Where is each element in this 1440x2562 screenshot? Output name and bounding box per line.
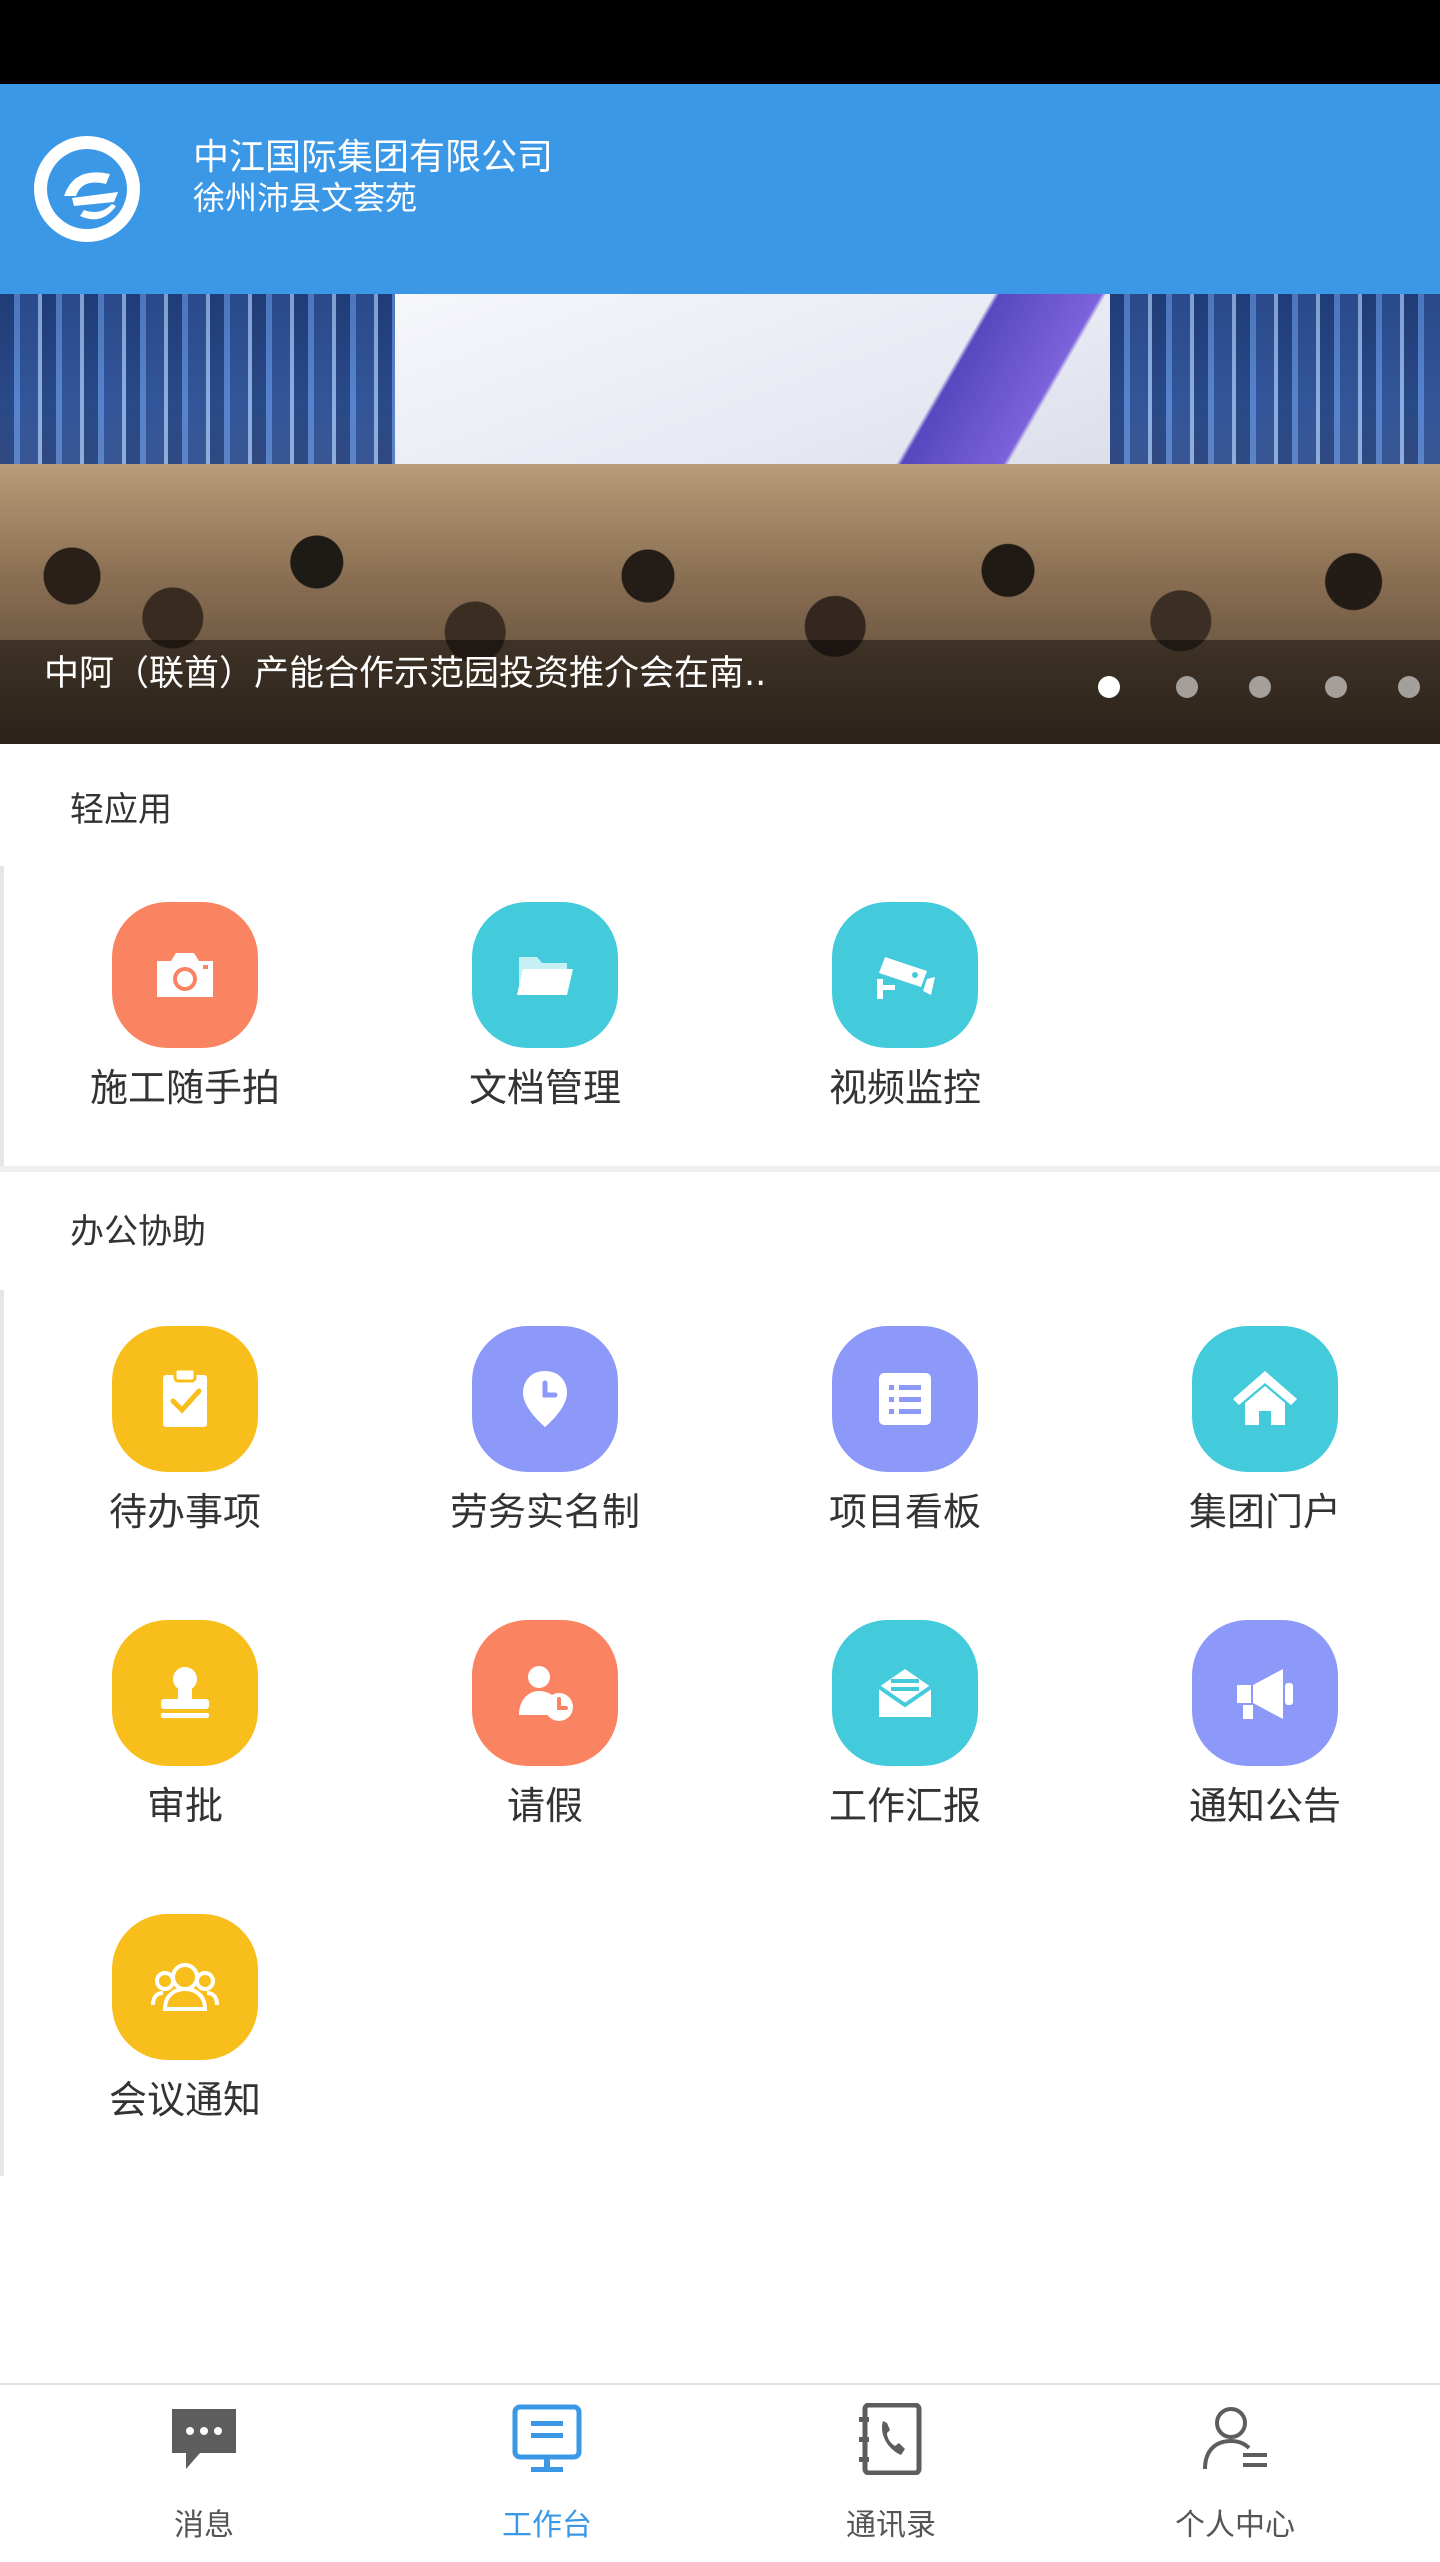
app-project-board[interactable]: 项目看板	[755, 1326, 1055, 1546]
company-logo-icon	[34, 136, 140, 242]
app-label: 请假	[506, 1784, 583, 1828]
mail-report-icon	[832, 1620, 978, 1766]
app-label: 通知公告	[1188, 1784, 1341, 1828]
carousel-dot[interactable]	[1249, 676, 1271, 698]
section-title-light-apps: 轻应用	[70, 790, 172, 830]
company-name: 中江国际集团有限公司	[193, 137, 554, 178]
camera-icon	[112, 902, 258, 1048]
app-label: 会议通知	[108, 2078, 261, 2122]
tab-label: 通讯录	[846, 2508, 936, 2543]
app-labor-realname[interactable]: 劳务实名制	[395, 1326, 695, 1546]
app-video-surveillance[interactable]: 视频监控	[755, 902, 1055, 1122]
location-clock-icon	[472, 1326, 618, 1472]
app-work-report[interactable]: 工作汇报	[755, 1620, 1055, 1840]
light-apps-grid: 施工随手拍 文档管理 视频监控	[0, 866, 1440, 1166]
clipboard-check-icon	[112, 1326, 258, 1472]
desk-monitor-icon	[512, 2404, 582, 2472]
app-document-management[interactable]: 文档管理	[395, 902, 695, 1122]
project-site-name: 徐州沛县文荟苑	[193, 179, 418, 217]
megaphone-icon	[1192, 1620, 1338, 1766]
app-label: 文档管理	[468, 1066, 621, 1110]
tab-profile[interactable]: 个人中心	[1055, 2385, 1415, 2562]
app-label: 项目看板	[828, 1490, 981, 1534]
stamp-icon	[112, 1620, 258, 1766]
carousel-indicators	[0, 676, 1440, 700]
section-title-office: 办公协助	[70, 1212, 206, 1252]
app-label: 集团门户	[1188, 1490, 1341, 1534]
cctv-camera-icon	[832, 902, 978, 1048]
app-header: 中江国际集团有限公司 徐州沛县文荟苑	[0, 84, 1440, 294]
app-label: 待办事项	[108, 1490, 261, 1534]
tab-contacts[interactable]: 通讯录	[711, 2385, 1071, 2562]
app-group-portal[interactable]: 集团门户	[1115, 1326, 1415, 1546]
person-clock-icon	[472, 1620, 618, 1766]
tab-label: 工作台	[502, 2508, 592, 2543]
tab-messages[interactable]: 消息	[24, 2385, 384, 2562]
app-notice[interactable]: 通知公告	[1115, 1620, 1415, 1840]
home-icon	[1192, 1326, 1338, 1472]
app-label: 施工随手拍	[89, 1066, 280, 1110]
list-board-icon	[832, 1326, 978, 1472]
tab-workbench[interactable]: 工作台	[367, 2385, 727, 2562]
app-meeting-notice[interactable]: 会议通知	[35, 1914, 335, 2134]
app-leave-request[interactable]: 请假	[395, 1620, 695, 1840]
carousel-dot[interactable]	[1325, 676, 1347, 698]
bottom-tab-bar: 消息 工作台 通讯录 个人中心	[0, 2383, 1440, 2562]
tab-label: 个人中心	[1175, 2508, 1295, 2543]
folder-icon	[472, 902, 618, 1048]
section-divider	[0, 1166, 1440, 1172]
carousel-dot[interactable]	[1176, 676, 1198, 698]
people-group-icon	[112, 1914, 258, 2060]
app-approval[interactable]: 审批	[35, 1620, 335, 1840]
chat-bubble-icon	[172, 2409, 236, 2469]
tab-label: 消息	[174, 2508, 234, 2543]
app-todo[interactable]: 待办事项	[35, 1326, 335, 1546]
office-apps-grid: 待办事项 劳务实名制 项目看板 集团门户 审批 请假 工作汇报 通知公告 会议通…	[0, 1290, 1440, 2176]
status-bar	[0, 0, 1440, 84]
app-label: 工作汇报	[828, 1784, 981, 1828]
carousel-dot[interactable]	[1398, 676, 1420, 698]
app-label: 审批	[146, 1784, 223, 1828]
app-label: 视频监控	[828, 1066, 981, 1110]
banner-city-right	[1110, 294, 1440, 484]
user-profile-icon	[1203, 2407, 1267, 2470]
app-construction-photo[interactable]: 施工随手拍	[35, 902, 335, 1122]
carousel-dot[interactable]	[1098, 676, 1120, 698]
app-label: 劳务实名制	[449, 1490, 640, 1534]
phonebook-icon	[859, 2403, 922, 2475]
banner-city-left	[0, 294, 400, 484]
